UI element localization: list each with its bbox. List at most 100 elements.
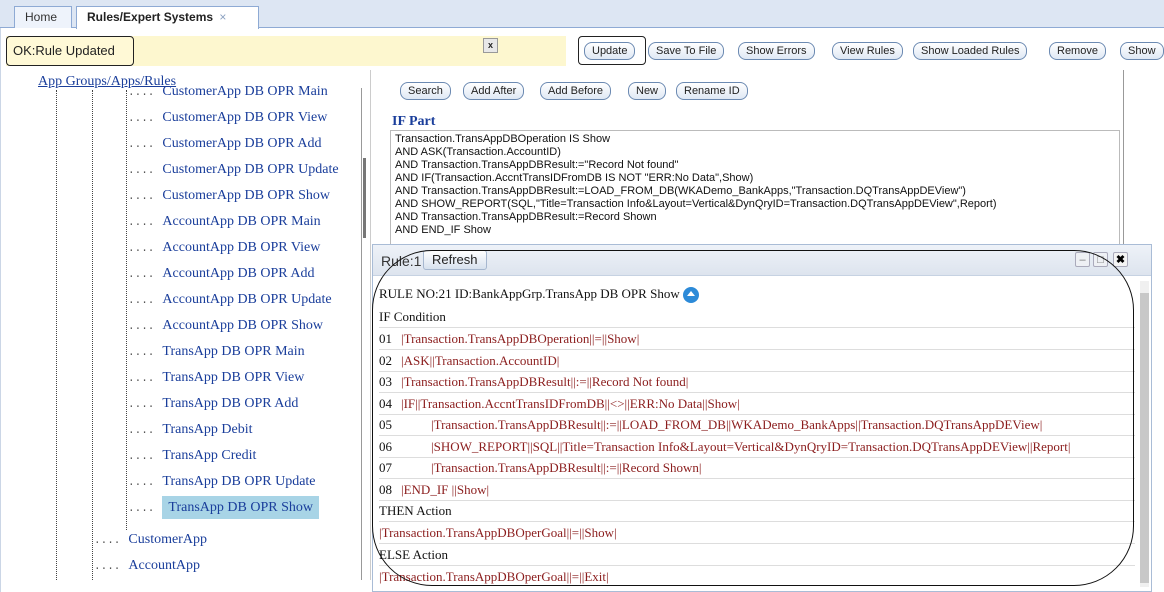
if-part-textarea[interactable]: Transaction.TransAppDBOperation IS Show … bbox=[390, 130, 1120, 246]
rule-line-number: 07 bbox=[379, 460, 392, 475]
rule-line-text: |Transaction.TransAppDBResult||:=||Recor… bbox=[431, 460, 702, 475]
remove-button[interactable]: Remove bbox=[1049, 42, 1106, 60]
rule-line-text: |Transaction.TransAppDBOperation||=||Sho… bbox=[401, 331, 640, 346]
minimize-icon[interactable]: – bbox=[1075, 252, 1090, 267]
tree-connector: .... bbox=[128, 243, 155, 255]
tree-item-label: AccountApp DB OPR View bbox=[162, 240, 321, 255]
tree-item-label: TransApp DB OPR Main bbox=[162, 344, 305, 359]
tree-item-label: AccountApp bbox=[128, 558, 200, 573]
tree-scrollbar[interactable] bbox=[361, 88, 368, 580]
rule-line[interactable]: 03 |Transaction.TransAppDBResult||:=||Rec… bbox=[379, 372, 1135, 393]
status-close-icon[interactable]: x bbox=[483, 38, 498, 53]
rule-dialog-title: Rule:1 bbox=[381, 253, 422, 269]
rule-line-number: 02 bbox=[379, 352, 392, 368]
rule-tree: App Groups/Apps/Rules .... CustomerApp DB… bbox=[6, 70, 371, 580]
tree-item-rule[interactable]: .... CustomerApp DB OPR Update bbox=[128, 162, 339, 178]
if-condition-label: IF Condition bbox=[379, 309, 446, 324]
tree-connector: .... bbox=[128, 269, 155, 281]
tree-item-label: CustomerApp DB OPR Add bbox=[162, 136, 322, 151]
rule-line[interactable]: 07 |Transaction.TransAppDBResult||:=||Rec… bbox=[379, 458, 1135, 479]
tree-connector: .... bbox=[128, 347, 155, 359]
tree-connector: .... bbox=[128, 321, 155, 333]
new-button[interactable]: New bbox=[628, 82, 667, 100]
tree-item-rule[interactable]: .... TransApp Debit bbox=[128, 422, 253, 438]
close-icon[interactable]: ✖ bbox=[1113, 252, 1128, 267]
rule-line[interactable]: 02 |ASK||Transaction.AccountID| bbox=[379, 351, 1135, 372]
tree-item-label: CustomerApp DB OPR Main bbox=[162, 84, 328, 99]
rule-line-text: |SHOW_REPORT||SQL||Title=Transaction Inf… bbox=[431, 438, 1071, 454]
tab-home[interactable]: Home bbox=[14, 6, 72, 28]
tree-item-rule[interactable]: .... AccountApp DB OPR Show bbox=[128, 318, 323, 334]
rename-id-button[interactable]: Rename ID bbox=[676, 82, 748, 100]
rule-line[interactable]: 08 |END_IF ||Show| bbox=[379, 480, 1135, 501]
tree-item-rule[interactable]: .... TransApp DB OPR Add bbox=[128, 396, 298, 412]
rule-line-number: 08 bbox=[379, 481, 392, 497]
rule-line[interactable]: 01 |Transaction.TransAppDBOperation||=||S… bbox=[379, 329, 1135, 350]
else-action-header: ELSE Action bbox=[379, 545, 1135, 566]
rule-line[interactable]: 04 |IF||Transaction.AccntTransIDFromDB||<… bbox=[379, 394, 1135, 415]
tab-home-label: Home bbox=[25, 10, 58, 24]
tree-item-rule[interactable]: .... TransApp DB OPR Main bbox=[128, 344, 305, 360]
rule-line[interactable]: 06 |SHOW_REPORT||SQL||Title=Transaction I… bbox=[379, 437, 1135, 458]
search-button[interactable]: Search bbox=[400, 82, 451, 100]
tree-item-app[interactable]: .... AccountApp bbox=[94, 558, 200, 574]
tree-item-rule[interactable]: .... CustomerApp DB OPR Show bbox=[128, 188, 330, 204]
tab-rules-expert-systems[interactable]: Rules/Expert Systems × bbox=[76, 6, 259, 29]
tree-item-label: TransApp DB OPR Add bbox=[162, 396, 299, 411]
tree-connector: .... bbox=[128, 87, 155, 99]
tree-item-label: TransApp Debit bbox=[162, 422, 253, 437]
collapse-up-icon[interactable] bbox=[682, 287, 699, 304]
tree-connector: .... bbox=[128, 373, 155, 385]
tree-item-rule[interactable]: .... TransApp DB OPR Update bbox=[128, 474, 316, 490]
dialog-scrollbar[interactable] bbox=[1140, 281, 1149, 587]
tree-item-rule[interactable]: .... CustomerApp DB OPR View bbox=[128, 110, 327, 126]
tree-scrollbar-thumb[interactable] bbox=[363, 158, 366, 238]
view-rules-button[interactable]: View Rules bbox=[832, 42, 903, 60]
rule-dialog-header[interactable]: Rule:1 Refresh – □ ✖ bbox=[373, 245, 1151, 276]
tree-connector: .... bbox=[128, 399, 155, 411]
show-button[interactable]: Show bbox=[1120, 42, 1164, 60]
right-pane-scrollbar[interactable] bbox=[1123, 70, 1129, 245]
tree-connector: .... bbox=[128, 451, 155, 463]
tree-connector: .... bbox=[128, 139, 155, 151]
add-before-button[interactable]: Add Before bbox=[540, 82, 612, 100]
tree-line bbox=[56, 90, 57, 580]
tree-line bbox=[126, 90, 127, 530]
tree-item-rule[interactable]: .... AccountApp DB OPR Add bbox=[128, 266, 314, 282]
tree-connector: .... bbox=[128, 165, 155, 177]
else-action-line[interactable]: |Transaction.TransAppDBOperGoal||=||Exit… bbox=[379, 567, 1135, 587]
tree-connector: .... bbox=[128, 425, 155, 437]
tree-item-rule[interactable]: .... AccountApp DB OPR Main bbox=[128, 214, 321, 230]
tree-item-rule[interactable]: .... CustomerApp DB OPR Add bbox=[128, 136, 321, 152]
rule-line[interactable]: 05 |Transaction.TransAppDBResult||:=||LOA… bbox=[379, 415, 1135, 436]
tree-item-label: AccountApp DB OPR Update bbox=[162, 292, 332, 307]
tree-connector: .... bbox=[128, 217, 155, 229]
tree-item-rule[interactable]: .... CustomerApp DB OPR Main bbox=[128, 84, 328, 100]
restore-icon[interactable]: □ bbox=[1093, 252, 1108, 267]
tab-bar: Home Rules/Expert Systems × bbox=[0, 0, 1164, 29]
tree-item-rule[interactable]: .... AccountApp DB OPR Update bbox=[128, 292, 332, 308]
rule-line-number: 01 bbox=[379, 331, 392, 346]
rule-body: RULE NO:21 ID:BankAppGrp.TransApp DB OPR… bbox=[379, 281, 1137, 587]
refresh-button[interactable]: Refresh bbox=[423, 250, 487, 270]
tree-item-rule[interactable]: .... TransApp DB OPR View bbox=[128, 370, 304, 386]
add-after-button[interactable]: Add After bbox=[463, 82, 525, 100]
rule-line-number: 06 bbox=[379, 438, 392, 454]
tree-item-label: AccountApp DB OPR Main bbox=[162, 214, 321, 229]
save-to-file-button[interactable]: Save To File bbox=[648, 42, 725, 60]
tree-connector: .... bbox=[128, 503, 155, 515]
tree-item-rule[interactable]: .... TransApp Credit bbox=[128, 448, 256, 464]
tree-line bbox=[92, 90, 93, 580]
show-errors-button[interactable]: Show Errors bbox=[738, 42, 815, 60]
then-action-line[interactable]: |Transaction.TransAppDBOperGoal||=||Show… bbox=[379, 523, 1135, 544]
then-action-label: THEN Action bbox=[379, 503, 452, 518]
tree-item-rule[interactable]: .... TransApp DB OPR Show bbox=[128, 496, 319, 519]
tree-item-label: AccountApp DB OPR Show bbox=[162, 318, 324, 333]
tab-close-icon[interactable]: × bbox=[219, 10, 226, 24]
update-highlight bbox=[578, 36, 646, 65]
tree-connector: .... bbox=[128, 295, 155, 307]
tree-item-rule[interactable]: .... AccountApp DB OPR View bbox=[128, 240, 320, 256]
show-loaded-rules-button[interactable]: Show Loaded Rules bbox=[913, 42, 1028, 60]
tree-item-app[interactable]: .... CustomerApp bbox=[94, 532, 207, 548]
dialog-scrollbar-thumb[interactable] bbox=[1140, 293, 1149, 583]
